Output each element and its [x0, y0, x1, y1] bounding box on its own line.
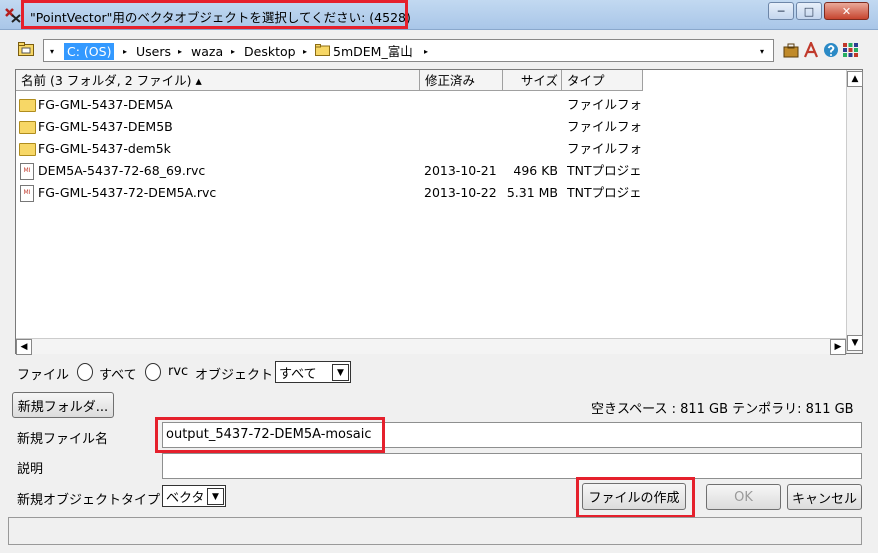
scroll-left-icon[interactable]: ◀	[16, 339, 32, 355]
column-header-type[interactable]: タイプ	[562, 70, 643, 91]
description-field[interactable]	[162, 453, 862, 479]
radio-rvc[interactable]	[145, 363, 161, 381]
rvc-file-icon: MI	[20, 185, 34, 202]
help-icon[interactable]	[822, 41, 839, 59]
list-item[interactable]: FG-GML-5437-DEM5B ファイルフォ	[17, 117, 837, 137]
horizontal-scrollbar[interactable]: ◀ ▶	[16, 338, 846, 355]
title-highlight-box	[21, 0, 408, 29]
list-item-modified	[424, 139, 504, 159]
folder-icon	[19, 121, 36, 134]
close-icon: ✕	[841, 4, 852, 18]
space-info: 空きスペース : 811 GB テンポラリ: 811 GB	[591, 402, 854, 417]
crumb-current-folder[interactable]: 5mDEM_富山	[333, 43, 413, 60]
crumb-drive[interactable]: C: (OS)	[64, 43, 115, 60]
rvc-file-icon: MI	[20, 163, 34, 180]
list-item-type: ファイルフォ	[567, 141, 643, 156]
briefcase-icon[interactable]	[782, 41, 799, 59]
app-icon	[5, 8, 21, 23]
list-item-modified	[424, 117, 504, 137]
list-item-type: ファイルフォ	[567, 97, 643, 112]
crumb-separator-icon[interactable]: ▸	[303, 43, 307, 60]
new-file-name-label: 新規ファイル名	[17, 432, 109, 447]
radio-all[interactable]	[77, 363, 93, 381]
list-item-modified: 2013-10-22	[424, 185, 497, 200]
list-item[interactable]: FG-GML-5437-DEM5A ファイルフォ	[17, 95, 837, 115]
create-button-highlight-box	[576, 477, 695, 518]
cancel-button[interactable]: キャンセル	[787, 484, 862, 510]
crumb-separator-icon[interactable]: ▸	[178, 43, 182, 60]
object-filter-label: オブジェクト	[195, 368, 274, 383]
object-type-value: ベクタ	[166, 490, 205, 506]
folder-icon	[19, 99, 36, 112]
description-label: 説明	[17, 462, 44, 477]
vertical-scrollbar[interactable]: ▲ ▼	[846, 70, 863, 353]
list-item-type: ファイルフォ	[567, 119, 643, 134]
crumb-users[interactable]: Users	[136, 43, 171, 60]
column-header-modified[interactable]: 修正済み	[420, 70, 503, 91]
grid-icon[interactable]	[842, 41, 859, 59]
list-item-size	[503, 95, 558, 115]
list-item-size: 496 KB	[513, 163, 558, 178]
list-item[interactable]: FG-GML-5437-dem5k ファイルフォ	[17, 139, 837, 159]
list-item-name: FG-GML-5437-dem5k	[38, 141, 171, 156]
list-item-size	[503, 117, 558, 137]
status-bar	[8, 517, 862, 545]
address-history-icon[interactable]: ▾	[50, 43, 54, 60]
minimize-icon: ─	[777, 4, 785, 18]
scroll-down-icon[interactable]: ▼	[847, 335, 863, 351]
file-name-highlight-box	[155, 417, 385, 453]
list-item[interactable]: MI FG-GML-5437-72-DEM5A.rvc 2013-10-22 5.31…	[17, 183, 837, 203]
list-item-type: TNTプロジェ	[567, 185, 642, 200]
toolbar	[782, 40, 862, 60]
crumb-desktop[interactable]: Desktop	[244, 43, 296, 60]
address-dropdown-icon[interactable]: ▾	[760, 43, 764, 60]
list-item-name: DEM5A-5437-72-68_69.rvc	[38, 163, 206, 178]
list-item-modified: 2013-10-21	[424, 163, 497, 178]
object-type-select[interactable]: ベクタ ▼	[162, 485, 226, 507]
maximize-button[interactable]: □	[796, 2, 822, 20]
list-item-name: FG-GML-5437-DEM5B	[38, 119, 173, 134]
object-type-label: 新規オブジェクトタイプ	[17, 493, 161, 508]
object-filter-value: すべて	[279, 366, 317, 382]
minimize-button[interactable]: ─	[768, 2, 794, 20]
file-filter-label: ファイル	[17, 368, 70, 383]
folder-icon	[19, 143, 36, 156]
scroll-right-icon[interactable]: ▶	[830, 339, 846, 355]
crumb-separator-icon[interactable]: ▸	[424, 43, 428, 60]
list-item-type: TNTプロジェ	[567, 163, 642, 178]
crumb-separator-icon[interactable]: ▸	[123, 43, 127, 60]
up-folder-icon[interactable]	[18, 42, 34, 56]
close-button[interactable]: ✕	[824, 2, 869, 20]
maximize-icon: □	[803, 4, 815, 18]
column-header-name[interactable]: 名前 (3 フォルダ, 2 ファイル) ▴	[16, 70, 420, 91]
list-item-size	[503, 139, 558, 159]
folder-icon	[315, 44, 330, 56]
scroll-up-icon[interactable]: ▲	[847, 71, 863, 87]
list-item-name: FG-GML-5437-72-DEM5A.rvc	[38, 185, 217, 200]
radio-all-label: すべて	[99, 368, 137, 383]
crumb-waza[interactable]: waza	[191, 43, 223, 60]
list-item-size: 5.31 MB	[506, 185, 558, 200]
object-filter-select[interactable]: すべて ▼	[275, 361, 351, 383]
ok-button[interactable]: OK	[706, 484, 781, 510]
font-icon[interactable]	[802, 41, 819, 59]
radio-rvc-label: rvc	[168, 364, 189, 379]
column-header-size[interactable]: サイズ	[503, 70, 562, 91]
new-folder-button[interactable]: 新規フォルダ...	[12, 392, 114, 418]
crumb-separator-icon[interactable]: ▸	[231, 43, 235, 60]
list-item-modified	[424, 95, 504, 115]
dropdown-arrow-icon[interactable]: ▼	[332, 364, 349, 381]
list-item[interactable]: MI DEM5A-5437-72-68_69.rvc 2013-10-21 496 K…	[17, 161, 837, 181]
dropdown-arrow-icon[interactable]: ▼	[207, 488, 224, 505]
list-item-name: FG-GML-5437-DEM5A	[38, 97, 173, 112]
